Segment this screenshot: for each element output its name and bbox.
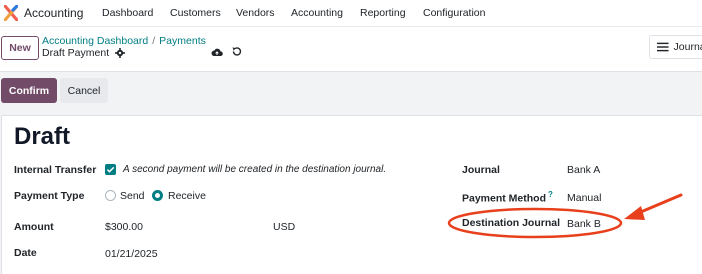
new-button[interactable]: New [1, 36, 39, 60]
journal-field[interactable]: Bank A [567, 164, 600, 176]
record-title: Draft Payment [42, 47, 126, 59]
breadcrumb: Accounting Dashboard / Payments [42, 35, 206, 47]
date-label: Date [14, 247, 37, 259]
internal-transfer-hint: A second payment will be created in the … [123, 164, 387, 175]
payment-type-receive-radio[interactable] [152, 190, 163, 201]
status-bar: Confirm Cancel [0, 72, 702, 109]
document-title: Draft [14, 123, 71, 150]
payment-method-label-text: Payment Method [462, 192, 547, 205]
cloud-save-icon[interactable] [211, 47, 223, 57]
payment-method-field[interactable]: Manual [567, 192, 601, 204]
control-panel: New Accounting Dashboard / Payments Draft … [0, 27, 702, 72]
accounting-app-icon[interactable] [4, 5, 18, 21]
journal-label: Journal [462, 164, 500, 176]
app-name[interactable]: Accounting [24, 6, 83, 20]
record-name: Draft Payment [42, 47, 110, 59]
cancel-button[interactable]: Cancel [60, 78, 108, 103]
menu-dashboard[interactable]: Dashboard [102, 7, 153, 19]
help-tooltip-icon[interactable]: ? [548, 190, 553, 199]
payment-type-receive-label[interactable]: Receive [168, 190, 206, 202]
journal-button-label: Journal [673, 41, 702, 53]
list-icon [657, 42, 669, 52]
amount-label: Amount [14, 221, 54, 233]
menu-reporting[interactable]: Reporting [360, 7, 406, 19]
checkmark-icon [106, 166, 115, 173]
confirm-button[interactable]: Confirm [1, 78, 57, 103]
breadcrumb-accounting-dashboard[interactable]: Accounting Dashboard [42, 35, 148, 47]
top-navbar: Accounting Dashboard Customers Vendors A… [0, 0, 702, 27]
breadcrumb-payments[interactable]: Payments [159, 35, 206, 47]
destination-journal-label: Destination Journal [462, 217, 561, 229]
menu-customers[interactable]: Customers [170, 7, 221, 19]
menu-vendors[interactable]: Vendors [236, 7, 275, 19]
date-field[interactable]: 01/21/2025 [105, 248, 158, 260]
menu-configuration[interactable]: Configuration [423, 7, 485, 19]
breadcrumb-separator: / [152, 35, 156, 47]
payment-method-label: Payment Method? [462, 190, 553, 205]
amount-field[interactable]: $300.00 [105, 221, 143, 233]
payment-type-label: Payment Type [14, 190, 85, 202]
destination-journal-field[interactable]: Bank B [567, 218, 601, 230]
journal-entry-button[interactable]: Journal [649, 35, 702, 59]
discard-changes-icon[interactable] [231, 46, 242, 57]
internal-transfer-checkbox[interactable] [105, 164, 116, 175]
currency-field[interactable]: USD [273, 221, 295, 233]
payment-type-send-label[interactable]: Send [120, 190, 145, 202]
gear-icon[interactable] [115, 48, 126, 58]
internal-transfer-label: Internal Transfer [14, 164, 97, 176]
menu-accounting[interactable]: Accounting [291, 7, 343, 19]
payment-type-send-radio[interactable] [105, 190, 116, 201]
